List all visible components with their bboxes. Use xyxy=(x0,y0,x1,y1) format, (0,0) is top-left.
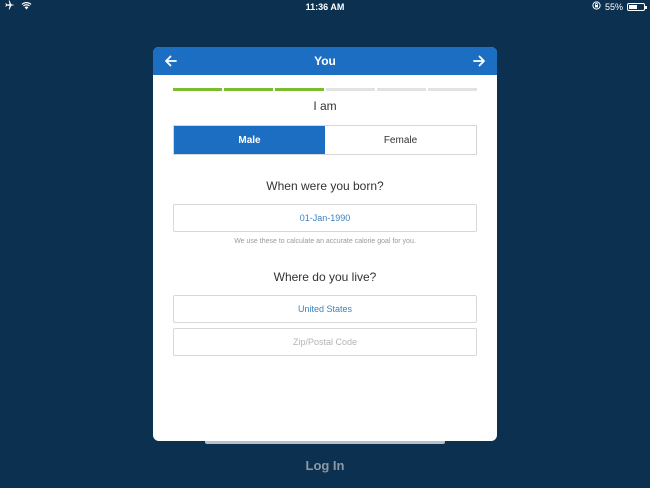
progress-step xyxy=(326,88,375,91)
card-header: You xyxy=(153,47,497,75)
country-field[interactable]: United States xyxy=(173,295,477,323)
progress-step xyxy=(224,88,273,91)
battery-icon xyxy=(627,3,647,11)
progress-step xyxy=(428,88,477,91)
status-right: 55% xyxy=(592,0,647,14)
progress-step xyxy=(173,88,222,91)
profile-card: You I am Male Female When were you born?… xyxy=(153,47,497,441)
login-link[interactable]: Log In xyxy=(0,458,650,473)
male-button[interactable]: Male xyxy=(174,126,325,154)
birthdate-question: When were you born? xyxy=(266,179,384,193)
step-progress xyxy=(173,88,477,91)
location-question: Where do you live? xyxy=(273,270,377,284)
calorie-hint: We use these to calculate an accurate ca… xyxy=(234,238,416,245)
progress-step xyxy=(275,88,324,91)
page-title: You xyxy=(314,54,336,68)
battery-percent: 55% xyxy=(604,2,623,12)
female-button[interactable]: Female xyxy=(325,126,476,154)
gender-toggle: Male Female xyxy=(173,125,477,155)
birthdate-field[interactable]: 01-Jan-1990 xyxy=(173,204,477,232)
status-time: 11:36 AM xyxy=(305,2,345,12)
status-bar: 11:36 AM 55% xyxy=(0,0,650,14)
zip-field[interactable]: Zip/Postal Code xyxy=(173,328,477,356)
arrow-right-icon[interactable] xyxy=(472,54,486,68)
card-shadow xyxy=(205,441,445,444)
orientation-lock-icon xyxy=(592,0,601,14)
battery-level xyxy=(629,5,637,9)
gender-label: I am xyxy=(313,99,337,113)
progress-step xyxy=(377,88,426,91)
